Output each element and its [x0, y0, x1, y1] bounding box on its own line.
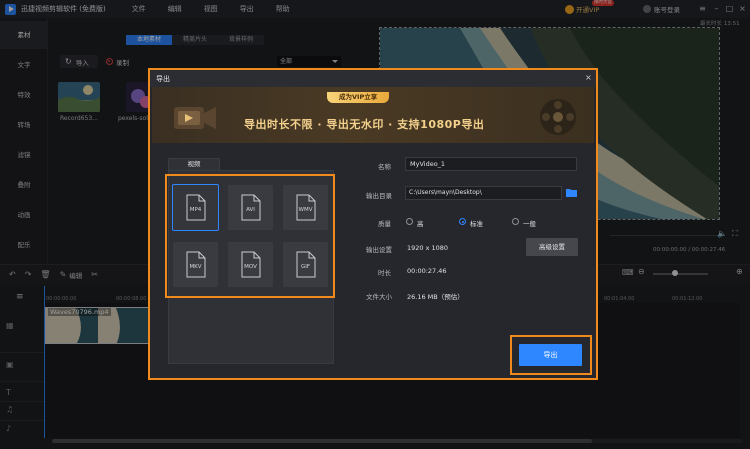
quality-standard-radio[interactable] [459, 218, 466, 225]
dialog-header [150, 70, 596, 87]
quality-standard-label: 标准 [470, 220, 483, 228]
quality-normal-label: 一般 [523, 220, 536, 228]
tab-video-formats[interactable]: 视频 [168, 158, 220, 170]
format-grid-highlight [165, 174, 335, 298]
film-reel-icon [540, 99, 576, 135]
export-button[interactable]: 导出 [519, 344, 582, 366]
file-size-value: 26.16 MB（预估） [407, 293, 464, 301]
duration-label: 时长 [378, 269, 391, 277]
dialog-title: 导出 [156, 75, 170, 83]
app-window: 迅捷视频剪辑软件 (免费版) 文件 编辑 视图 导出 帮助 开通VIP 限时大促… [0, 0, 750, 449]
vip-banner[interactable]: 成为VIP立享 导出时长不限 · 导出无水印 · 支持1080P导出 [152, 87, 594, 143]
duration-value: 00:00:27.46 [407, 267, 447, 275]
quality-high-label: 高 [417, 220, 424, 228]
advanced-settings-button[interactable]: 高级设置 [526, 238, 578, 256]
quality-normal-radio[interactable] [512, 218, 519, 225]
output-dir-input[interactable]: C:\Users\mayn\Desktop\ [405, 186, 562, 200]
file-size-label: 文件大小 [366, 293, 392, 301]
output-dir-label: 输出目录 [366, 192, 392, 200]
quality-high-radio[interactable] [406, 218, 413, 225]
video-camera-icon [174, 107, 216, 129]
close-icon[interactable]: × [585, 73, 592, 82]
output-settings-label: 输出设置 [366, 246, 392, 254]
vip-banner-pill: 成为VIP立享 [327, 92, 390, 103]
output-settings-value: 1920 x 1080 [407, 244, 449, 252]
name-label: 名称 [378, 163, 391, 171]
export-dialog: 导出 × 成为VIP立享 导出时长不限 · 导出无水印 · 支持1080P导出 … [148, 68, 598, 380]
folder-icon[interactable] [566, 188, 577, 197]
quality-label: 质量 [378, 220, 391, 228]
vip-banner-text: 导出时长不限 · 导出无水印 · 支持1080P导出 [244, 118, 485, 131]
name-input[interactable]: MyVideo_1 [405, 157, 577, 171]
